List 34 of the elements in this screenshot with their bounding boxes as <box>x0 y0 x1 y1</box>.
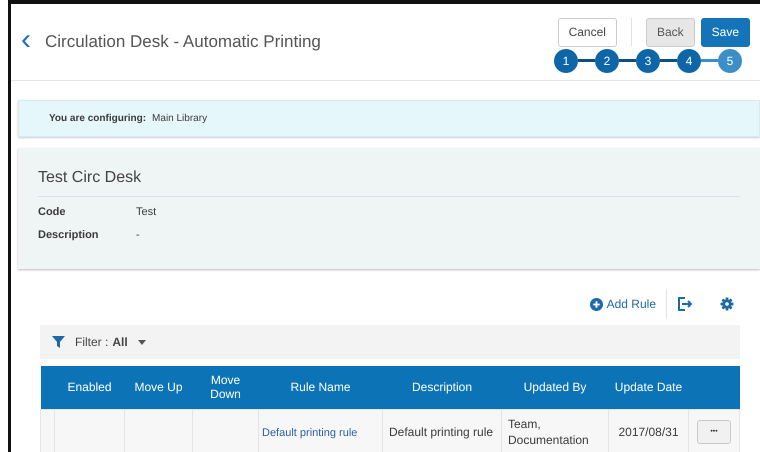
table-cell: Team, Documentation <box>502 409 608 452</box>
filter-icon <box>52 336 65 348</box>
export-icon <box>677 297 692 311</box>
caret-icon <box>138 340 146 344</box>
column-header: Move Down <box>192 366 258 409</box>
context-label: You are configuring: <box>49 112 146 126</box>
step-marker[interactable]: 1 <box>554 48 578 72</box>
add-rule-button[interactable]: Add Rule <box>580 295 666 313</box>
column-header: Updated By <box>502 366 608 409</box>
field-value: Test <box>136 205 156 220</box>
desk-title: Test Circ Desk <box>38 166 740 197</box>
column-header: Update Date <box>608 366 688 409</box>
step-marker[interactable]: 4 <box>677 48 701 72</box>
column-header: Move Up <box>124 366 192 409</box>
step-marker[interactable]: 3 <box>636 48 660 72</box>
column-header: Description <box>382 366 502 409</box>
page-title: Circulation Desk - Automatic Printing <box>45 31 321 54</box>
action-button[interactable]: Cancel <box>558 18 617 46</box>
field-label: Code <box>38 205 66 220</box>
action-button[interactable]: Back <box>646 18 695 46</box>
filter-dropdown[interactable]: Filter : All <box>75 333 146 351</box>
action-button[interactable]: Save <box>700 18 750 46</box>
back-link[interactable]: ‹ <box>21 25 39 59</box>
step-marker[interactable]: 5 <box>718 48 742 72</box>
column-header: Enabled <box>54 366 124 409</box>
table-cell: Default printing rule <box>382 409 502 452</box>
context-value: Main Library <box>152 112 208 126</box>
column-header: Rule Name <box>258 366 382 409</box>
step-marker[interactable]: 2 <box>595 48 619 72</box>
table-cell: 2017/08/31 <box>608 409 688 452</box>
settings-icon <box>720 297 734 311</box>
field-value: - <box>136 228 140 242</box>
plus-circle-icon <box>590 298 603 310</box>
field-label: Description <box>38 228 100 242</box>
